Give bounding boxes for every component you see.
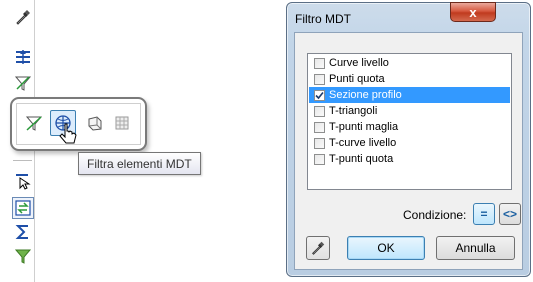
close-icon: x (469, 4, 477, 20)
filter-line-icon[interactable] (21, 110, 47, 136)
checkbox[interactable] (314, 57, 325, 69)
list-item[interactable]: T-curve livello (309, 135, 510, 151)
transfer-icon[interactable] (12, 197, 34, 219)
condition-not-equal-button[interactable]: <> (499, 203, 521, 225)
ok-button[interactable]: OK (347, 236, 425, 260)
eyedropper-icon (312, 241, 325, 255)
condition-label: Condizione: (403, 208, 467, 222)
sigma-icon[interactable] (12, 221, 34, 243)
list-item-label: Punti quota (329, 73, 385, 85)
pick-button[interactable] (306, 236, 330, 260)
eyedropper-icon[interactable] (12, 6, 34, 28)
check-icon (315, 91, 324, 99)
checkbox[interactable] (314, 121, 325, 133)
checkbox[interactable] (314, 105, 325, 117)
list-item-label: T-punti quota (329, 153, 394, 165)
tooltip: Filtra elementi MDT (78, 152, 201, 175)
checkbox[interactable] (314, 153, 325, 165)
checkbox[interactable] (314, 73, 325, 85)
checkbox[interactable] (314, 137, 325, 149)
list-item-label: T-curve livello (329, 137, 397, 149)
filter-grid-icon[interactable] (109, 110, 135, 136)
element-listbox[interactable]: Curve livello Punti quota Sezione profil… (307, 53, 512, 190)
green-funnel-icon[interactable] (12, 245, 34, 267)
list-item[interactable]: T-punti maglia (309, 119, 510, 135)
toolbar-divider (13, 160, 32, 161)
close-button[interactable]: x (450, 2, 496, 22)
list-item-label: Curve livello (329, 57, 389, 69)
layers-icon[interactable] (12, 46, 34, 68)
list-item-label: T-triangoli (329, 105, 378, 117)
list-item[interactable]: Curve livello (309, 55, 510, 71)
list-item-label: T-punti maglia (329, 121, 399, 133)
list-item[interactable]: T-triangoli (309, 103, 510, 119)
list-item[interactable]: T-punti quota (309, 151, 510, 167)
dialog-title: Filtro MDT (295, 12, 351, 26)
dialog-body: Curve livello Punti quota Sezione profil… (294, 32, 523, 270)
cursor-arrow-icon[interactable] (12, 170, 34, 192)
filter-dialog: Filtro MDT x Curve livello Punti quota S… (286, 2, 531, 277)
cancel-button[interactable]: Annulla (436, 236, 515, 260)
list-item[interactable]: Sezione profilo (309, 87, 510, 103)
filter-funnel-icon[interactable] (12, 72, 34, 94)
condition-equal-button[interactable]: = (473, 203, 495, 225)
list-item[interactable]: Punti quota (309, 71, 510, 87)
list-item-label: Sezione profilo (329, 89, 402, 101)
filter-surface-icon[interactable] (82, 110, 108, 136)
mouse-pointer-icon (58, 123, 80, 152)
checkbox[interactable] (314, 89, 325, 101)
